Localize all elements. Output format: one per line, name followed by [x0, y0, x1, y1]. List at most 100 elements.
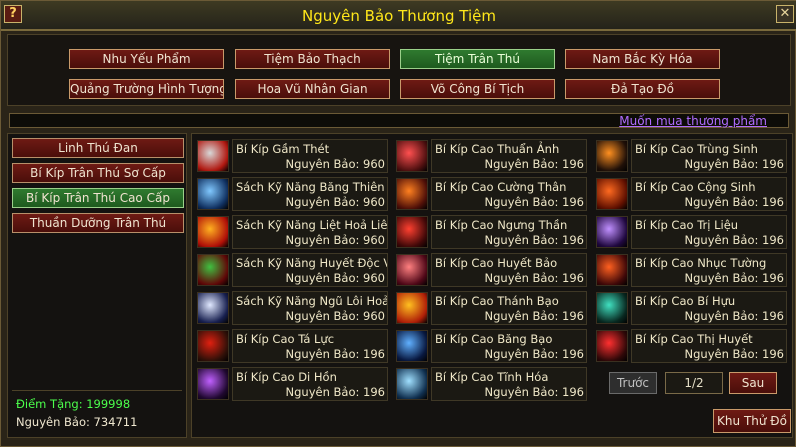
shop-item[interactable]: Bí Kíp Cao Nhục Tường Nguyên Bảo: 196 — [593, 253, 789, 287]
item-info[interactable]: Bí Kíp Cao Thánh Bạo Nguyên Bảo: 196 — [431, 291, 587, 325]
tab-6[interactable]: Hoa Vũ Nhân Gian — [235, 79, 390, 99]
category-button-1[interactable]: Linh Thú Đan — [12, 138, 184, 158]
shop-item[interactable]: Bí Kíp Gầm Thét Nguyên Bảo: 960 — [194, 139, 390, 173]
item-info[interactable]: Bí Kíp Cao Tĩnh Hóa Nguyên Bảo: 196 — [431, 367, 587, 401]
strong-body-icon[interactable] — [396, 178, 428, 210]
shop-item[interactable]: Bí Kíp Cao Thuẩn Ảnh Nguyên Bảo: 196 — [393, 139, 589, 173]
ice-sky-icon[interactable] — [197, 178, 229, 210]
item-info[interactable]: Bí Kíp Cao Thị Huyết Nguyên Bảo: 196 — [631, 329, 787, 363]
shop-item[interactable]: Sách Kỹ Năng Ngũ Lôi Hoản Nguyên Bảo: 960 — [194, 291, 390, 325]
shop-item[interactable]: Bí Kíp Cao Tĩnh Hóa Nguyên Bảo: 196 — [393, 367, 589, 401]
tab-2[interactable]: Tiệm Bảo Thạch — [235, 49, 390, 69]
shop-item[interactable]: Bí Kíp Cao Di Hồn Nguyên Bảo: 196 — [194, 367, 390, 401]
item-name: Bí Kíp Cao Băng Bạo — [435, 332, 553, 346]
fitting-room-button[interactable]: Khu Thử Đồ — [713, 409, 791, 433]
category-button-2[interactable]: Bí Kíp Trân Thú Sơ Cấp — [12, 163, 184, 183]
shop-item[interactable]: Bí Kíp Cao Trùng Sinh Nguyên Bảo: 196 — [593, 139, 789, 173]
item-price: Nguyên Bảo: 196 — [484, 347, 584, 361]
ingot-balance-label: Nguyên Bảo: 734711 — [16, 415, 138, 429]
shop-tabs: Nhu Yếu Phẩm Tiệm Bảo Thạch Tiệm Trân Thú N… — [7, 34, 791, 106]
symbiosis-icon[interactable] — [596, 178, 628, 210]
item-name: Sách Kỹ Năng Huyết Độc Vạn — [236, 256, 387, 270]
shop-item[interactable]: Bí Kíp Cao Bí Hựu Nguyên Bảo: 196 — [593, 291, 789, 325]
shop-item[interactable]: Sách Kỹ Năng Liệt Hoả Liêu Nguyên Bảo: 96… — [194, 215, 390, 249]
item-info[interactable]: Bí Kíp Cao Băng Bạo Nguyên Bảo: 196 — [431, 329, 587, 363]
item-info[interactable]: Sách Kỹ Năng Ngũ Lôi Hoản Nguyên Bảo: 960 — [232, 291, 388, 325]
item-info[interactable]: Sách Kỹ Năng Băng Thiên Tr Nguyên Bảo: 96… — [232, 177, 388, 211]
poison-claw-icon[interactable] — [197, 254, 229, 286]
rebirth-icon[interactable] — [596, 140, 628, 172]
tab-5[interactable]: Quảng Trường Hình Tượng — [69, 79, 224, 99]
item-info[interactable]: Bí Kíp Gầm Thét Nguyên Bảo: 960 — [232, 139, 388, 173]
item-info[interactable]: Bí Kíp Cao Cộng Sinh Nguyên Bảo: 196 — [631, 177, 787, 211]
blessing-icon[interactable] — [596, 292, 628, 324]
shop-item[interactable]: Bí Kíp Cao Thánh Bạo Nguyên Bảo: 196 — [393, 291, 589, 325]
item-name: Sách Kỹ Năng Băng Thiên Tr — [236, 180, 388, 194]
shop-item[interactable]: Bí Kíp Cao Băng Bạo Nguyên Bảo: 196 — [393, 329, 589, 363]
item-info[interactable]: Bí Kíp Cao Di Hồn Nguyên Bảo: 196 — [232, 367, 388, 401]
window-title: Nguyên Bảo Thương Tiệm — [302, 7, 496, 25]
purchase-notice-link[interactable]: Muốn mua thương phẩm — [619, 114, 767, 128]
item-price: Nguyên Bảo: 196 — [684, 347, 784, 361]
tab-1[interactable]: Nhu Yếu Phẩm — [69, 49, 224, 69]
ice-burst-icon[interactable] — [396, 330, 428, 362]
shop-item[interactable]: Bí Kíp Cao Ngưng Thần Nguyên Bảo: 196 — [393, 215, 589, 249]
next-page-button[interactable]: Sau — [729, 372, 777, 394]
shop-item[interactable]: Bí Kíp Cao Cường Thân Nguyên Bảo: 196 — [393, 177, 589, 211]
focus-icon[interactable] — [396, 216, 428, 248]
item-info[interactable]: Bí Kíp Cao Bí Hựu Nguyên Bảo: 196 — [631, 291, 787, 325]
item-name: Bí Kíp Cao Di Hồn — [236, 370, 337, 384]
tab-8[interactable]: Đả Tạo Đồ — [565, 79, 720, 99]
item-name: Bí Kíp Gầm Thét — [236, 142, 330, 156]
currency-panel: Điểm Tặng: 199998 Nguyên Bảo: 734711 — [12, 390, 182, 435]
item-name: Sách Kỹ Năng Ngũ Lôi Hoản — [236, 294, 388, 308]
shop-item[interactable]: Sách Kỹ Năng Băng Thiên Tr Nguyên Bảo: 96… — [194, 177, 390, 211]
shop-item[interactable]: Sách Kỹ Năng Huyết Độc VạnNguyên Bảo: 96… — [194, 253, 390, 287]
soul-shift-icon[interactable] — [197, 368, 229, 400]
prev-page-button[interactable]: Trước — [609, 372, 657, 394]
close-button[interactable]: ✕ — [776, 5, 794, 23]
item-info[interactable]: Bí Kíp Cao Ngưng Thần Nguyên Bảo: 196 — [431, 215, 587, 249]
item-price: Nguyên Bảo: 960 — [285, 157, 385, 171]
tab-3[interactable]: Tiệm Trân Thú — [400, 49, 555, 69]
item-name: Bí Kíp Cao Trùng Sinh — [635, 142, 758, 156]
heal-icon[interactable] — [596, 216, 628, 248]
item-info[interactable]: Bí Kíp Cao Nhục Tường Nguyên Bảo: 196 — [631, 253, 787, 287]
item-price: Nguyên Bảo: 960 — [285, 271, 385, 285]
item-name: Bí Kíp Cao Thánh Bạo — [435, 294, 559, 308]
fire-icon[interactable] — [197, 216, 229, 248]
item-info[interactable]: Bí Kíp Cao Trị Liệu Nguyên Bảo: 196 — [631, 215, 787, 249]
page-indicator: 1/2 — [665, 372, 723, 394]
shop-item[interactable]: Bí Kíp Cao Huyết Bảo Nguyên Bảo: 196 — [393, 253, 589, 287]
shop-item[interactable]: Bí Kíp Cao Thị Huyết Nguyên Bảo: 196 — [593, 329, 789, 363]
item-info[interactable]: Bí Kíp Cao Tá Lực Nguyên Bảo: 196 — [232, 329, 388, 363]
item-info[interactable]: Sách Kỹ Năng Liệt Hoả Liêu Nguyên Bảo: 96… — [232, 215, 388, 249]
roar-icon[interactable] — [197, 140, 229, 172]
item-price: Nguyên Bảo: 196 — [684, 195, 784, 209]
shop-item[interactable]: Bí Kíp Cao Tá Lực Nguyên Bảo: 196 — [194, 329, 390, 363]
tab-7[interactable]: Võ Công Bí Tịch — [400, 79, 555, 99]
item-info[interactable]: Bí Kíp Cao Trùng Sinh Nguyên Bảo: 196 — [631, 139, 787, 173]
purify-icon[interactable] — [396, 368, 428, 400]
tab-4[interactable]: Nam Bắc Kỳ Hóa — [565, 49, 720, 69]
item-name: Bí Kíp Cao Thuẩn Ảnh — [435, 142, 560, 156]
item-info[interactable]: Sách Kỹ Năng Huyết Độc VạnNguyên Bảo: 96… — [232, 253, 388, 287]
item-info[interactable]: Bí Kíp Cao Huyết Bảo Nguyên Bảo: 196 — [431, 253, 587, 287]
item-price: Nguyên Bảo: 196 — [484, 385, 584, 399]
red-swirl-icon[interactable] — [396, 140, 428, 172]
item-info[interactable]: Bí Kíp Cao Cường Thân Nguyên Bảo: 196 — [431, 177, 587, 211]
flesh-wall-icon[interactable] — [596, 254, 628, 286]
holy-burst-icon[interactable] — [396, 292, 428, 324]
shop-item[interactable]: Bí Kíp Cao Trị Liệu Nguyên Bảo: 196 — [593, 215, 789, 249]
item-name: Bí Kíp Cao Thị Huyết — [635, 332, 753, 346]
borrow-power-icon[interactable] — [197, 330, 229, 362]
item-info[interactable]: Bí Kíp Cao Thuẩn Ảnh Nguyên Bảo: 196 — [431, 139, 587, 173]
thunder-icon[interactable] — [197, 292, 229, 324]
category-button-3[interactable]: Bí Kíp Trân Thú Cao Cấp — [12, 188, 184, 208]
title-bar: ? Nguyên Bảo Thương Tiệm ✕ — [1, 1, 796, 31]
category-button-4[interactable]: Thuần Dưỡng Trân Thú — [12, 213, 184, 233]
shop-item[interactable]: Bí Kíp Cao Cộng Sinh Nguyên Bảo: 196 — [593, 177, 789, 211]
bloodthirst-icon[interactable] — [596, 330, 628, 362]
item-price: Nguyên Bảo: 196 — [484, 195, 584, 209]
blood-storm-icon[interactable] — [396, 254, 428, 286]
